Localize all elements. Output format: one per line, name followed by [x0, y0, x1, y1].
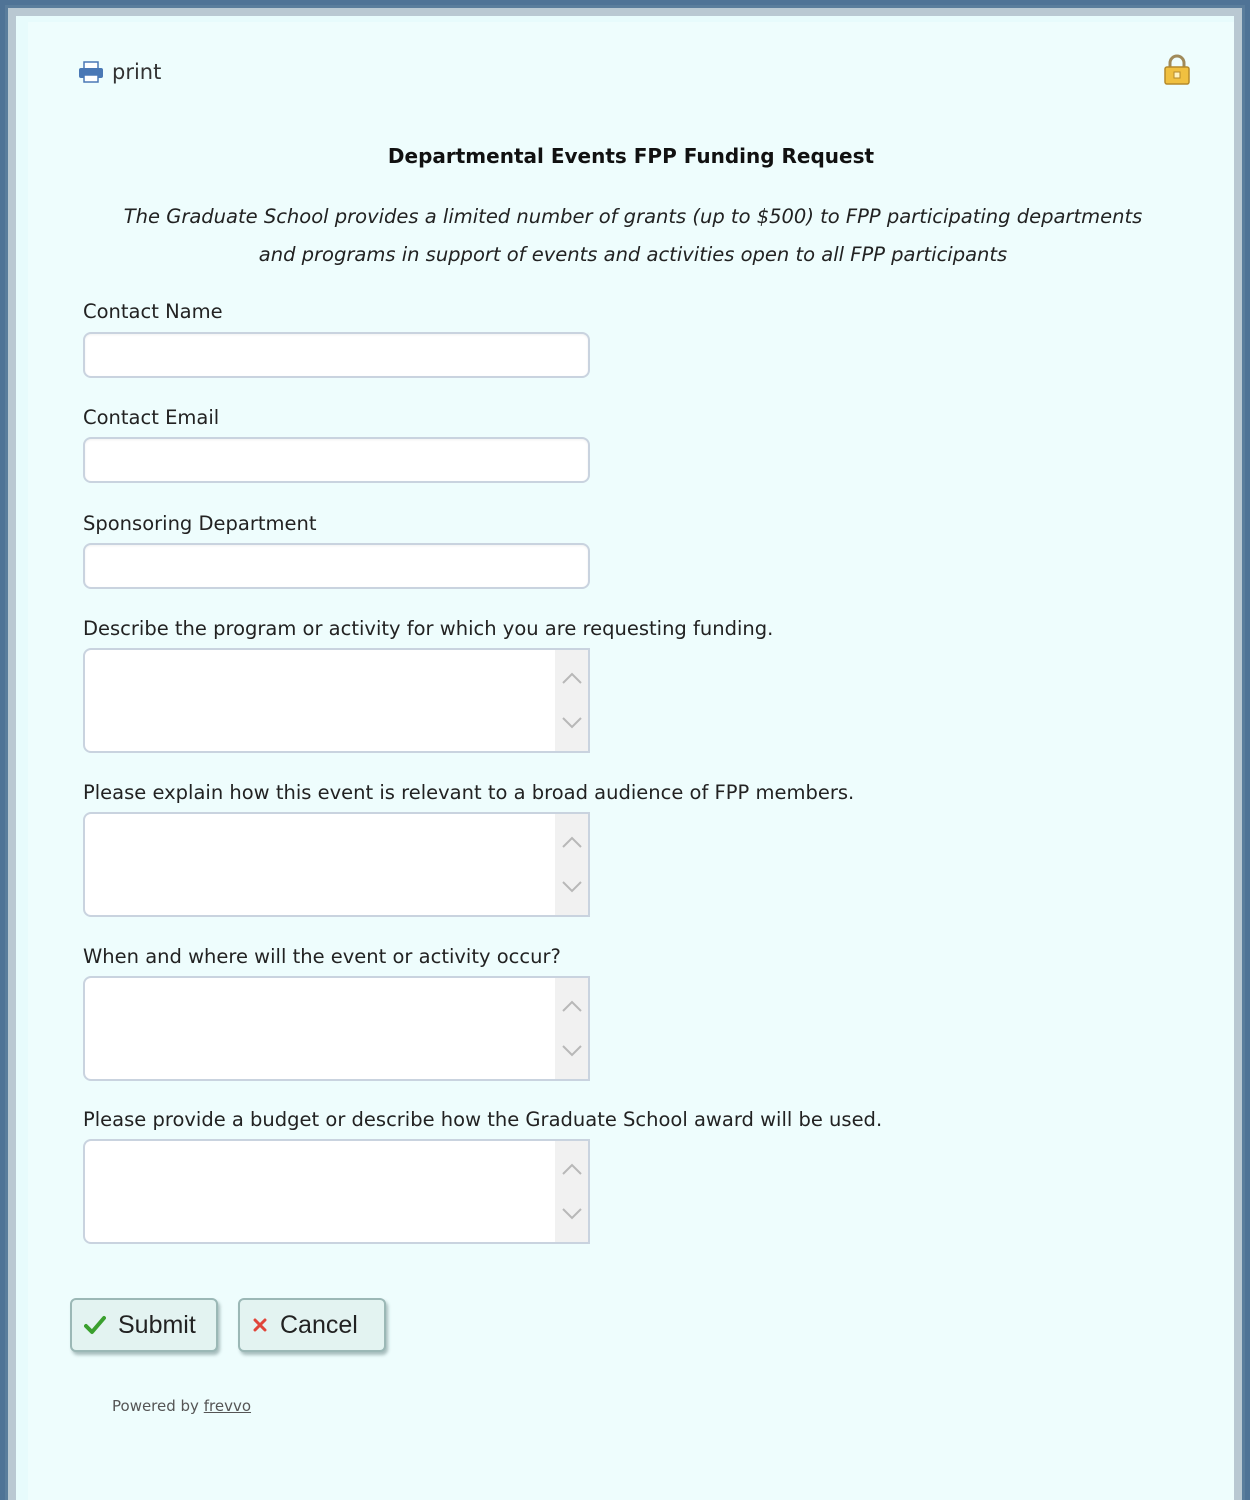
- print-label: print: [112, 60, 162, 84]
- program-description-textarea[interactable]: [83, 648, 590, 753]
- print-link[interactable]: print: [78, 60, 161, 84]
- cancel-button[interactable]: Cancel: [238, 1298, 386, 1352]
- scroll-up-icon[interactable]: [555, 1149, 588, 1189]
- scroll-down-icon[interactable]: [555, 867, 588, 907]
- scroll-down-icon[interactable]: [555, 703, 588, 743]
- scrollbar[interactable]: [555, 1141, 588, 1242]
- contact-email-label: Contact Email: [83, 406, 220, 429]
- powered-by: Powered by frevvo: [112, 1397, 251, 1415]
- relevance-textarea[interactable]: [83, 812, 590, 917]
- scrollbar[interactable]: [555, 814, 588, 915]
- contact-name-label: Contact Name: [83, 300, 223, 323]
- submit-label: Submit: [118, 1310, 196, 1339]
- relevance-label: Please explain how this event is relevan…: [83, 781, 855, 804]
- form-canvas: print Departmental Events FPP Funding Re…: [28, 22, 1234, 1500]
- scroll-down-icon[interactable]: [555, 1194, 588, 1234]
- powered-by-prefix: Powered by: [112, 1397, 199, 1415]
- lock-icon: [1163, 54, 1191, 91]
- close-icon: [252, 1317, 268, 1333]
- frevvo-link[interactable]: frevvo: [204, 1397, 251, 1415]
- scrollbar[interactable]: [555, 650, 588, 751]
- cancel-label: Cancel: [280, 1310, 358, 1339]
- when-where-textarea[interactable]: [83, 976, 590, 1081]
- scroll-up-icon[interactable]: [555, 986, 588, 1026]
- scroll-up-icon[interactable]: [555, 658, 588, 698]
- contact-email-input[interactable]: [83, 437, 590, 483]
- form-title: Departmental Events FPP Funding Request: [387, 144, 875, 168]
- program-description-label: Describe the program or activity for whi…: [83, 617, 774, 640]
- sponsoring-department-label: Sponsoring Department: [83, 512, 317, 535]
- form-window: print Departmental Events FPP Funding Re…: [5, 5, 1245, 1500]
- submit-button[interactable]: Submit: [70, 1298, 218, 1352]
- sponsoring-department-input[interactable]: [83, 543, 590, 589]
- printer-icon: [79, 61, 103, 83]
- checkmark-icon: [84, 1315, 106, 1335]
- contact-name-input[interactable]: [83, 332, 590, 378]
- when-where-label: When and where will the event or activit…: [83, 945, 561, 968]
- form-description-line-1: The Graduate School provides a limited n…: [123, 205, 1143, 228]
- form-description-line-2: and programs in support of events and ac…: [258, 243, 1008, 266]
- scrollbar[interactable]: [555, 978, 588, 1079]
- budget-label: Please provide a budget or describe how …: [83, 1108, 883, 1131]
- scroll-up-icon[interactable]: [555, 822, 588, 862]
- scroll-down-icon[interactable]: [555, 1031, 588, 1071]
- form-description: The Graduate School provides a limited n…: [78, 198, 1188, 274]
- budget-textarea[interactable]: [83, 1139, 590, 1244]
